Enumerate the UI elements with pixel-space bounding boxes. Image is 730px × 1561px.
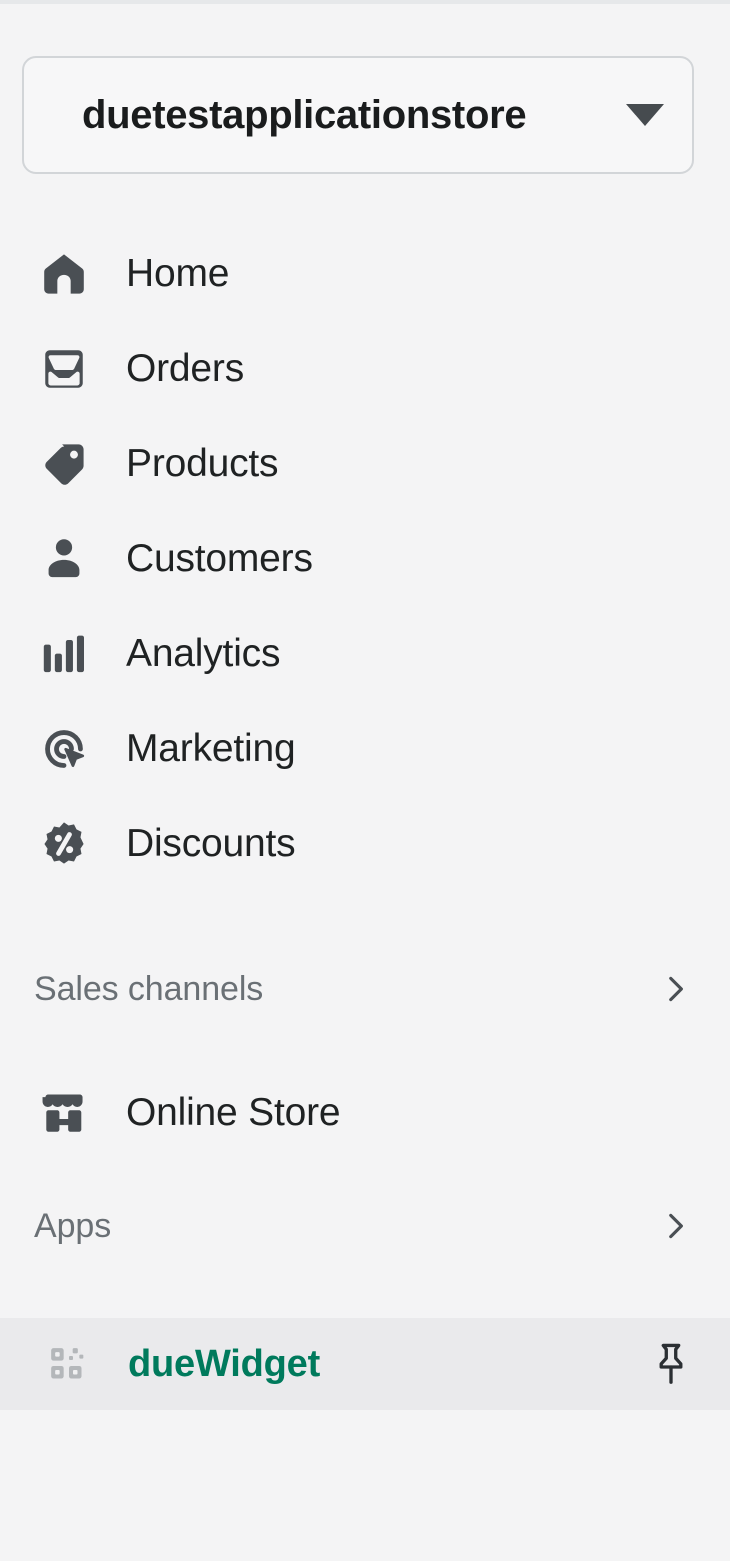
- apps-title: Apps: [34, 1206, 112, 1245]
- sidebar-item-label: Orders: [126, 346, 244, 390]
- sidebar-item-online-store[interactable]: Online Store: [0, 1065, 730, 1160]
- home-icon: [38, 248, 90, 300]
- sidebar-item-orders[interactable]: Orders: [0, 321, 730, 416]
- customer-person-icon: [38, 533, 90, 585]
- storefront-icon: [38, 1087, 90, 1139]
- sidebar-item-label: Home: [126, 251, 230, 295]
- discount-percent-badge-icon: [38, 818, 90, 870]
- sidebar-item-products[interactable]: Products: [0, 416, 730, 511]
- sidebar-item-customers[interactable]: Customers: [0, 511, 730, 606]
- sidebar-item-label: Analytics: [126, 631, 281, 675]
- apps-header[interactable]: Apps: [0, 1186, 730, 1266]
- sidebar-item-label: Online Store: [126, 1090, 341, 1134]
- sidebar-item-label: Marketing: [126, 726, 296, 770]
- primary-nav: Home Orders Products Customers Analytics…: [0, 226, 730, 891]
- sales-channels-section: Sales channels Online Store: [0, 949, 730, 1160]
- app-row-left: dueWidget: [46, 1343, 320, 1386]
- sidebar-item-label: Discounts: [126, 821, 296, 865]
- marketing-target-cursor-icon: [38, 723, 90, 775]
- sales-channels-title: Sales channels: [34, 969, 264, 1008]
- chevron-right-icon: [658, 972, 692, 1006]
- sidebar-item-analytics[interactable]: Analytics: [0, 606, 730, 701]
- sidebar-item-label: Customers: [126, 536, 313, 580]
- chevron-right-icon: [658, 1209, 692, 1243]
- app-blocks-icon: [46, 1343, 88, 1385]
- apps-section: Apps dueWidget: [0, 1186, 730, 1410]
- sales-channels-header[interactable]: Sales channels: [0, 949, 730, 1029]
- sidebar-item-label: Products: [126, 441, 279, 485]
- product-tag-icon: [38, 438, 90, 490]
- pin-icon[interactable]: [648, 1338, 694, 1390]
- sidebar-item-marketing[interactable]: Marketing: [0, 701, 730, 796]
- sidebar-item-home[interactable]: Home: [0, 226, 730, 321]
- admin-sidebar: duetestapplicationstore Home Orders Prod…: [0, 0, 730, 1561]
- store-switcher-button[interactable]: duetestapplicationstore: [22, 56, 694, 174]
- app-label: dueWidget: [128, 1342, 321, 1385]
- sidebar-item-discounts[interactable]: Discounts: [0, 796, 730, 891]
- orders-inbox-icon: [38, 343, 90, 395]
- sidebar-item-duewidget[interactable]: dueWidget: [0, 1318, 730, 1410]
- chevron-down-icon: [626, 104, 664, 126]
- analytics-bars-icon: [38, 628, 90, 680]
- store-name: duetestapplicationstore: [82, 92, 527, 137]
